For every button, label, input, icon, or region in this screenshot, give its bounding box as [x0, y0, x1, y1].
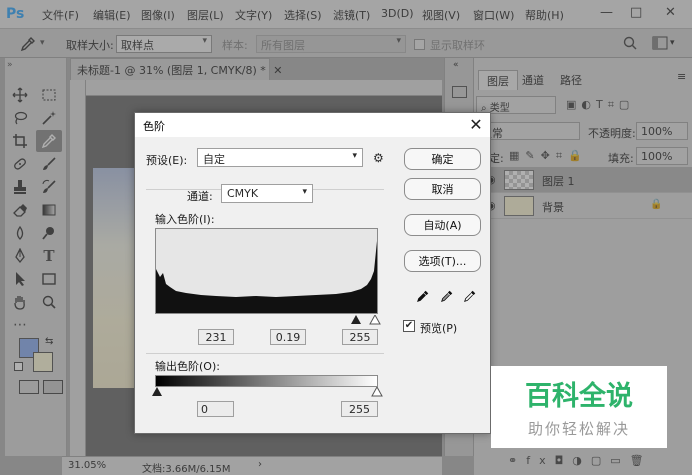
output-white-slider[interactable]	[371, 385, 383, 400]
checkmark-icon: ✔	[404, 320, 414, 331]
output-levels-label: 输出色阶(O):	[155, 360, 220, 373]
preset-options-gear-icon[interactable]: ⚙	[373, 151, 384, 165]
watermark: 百科全说 助你轻松解决	[491, 366, 667, 448]
preview-label: 预览(P)	[420, 322, 458, 335]
channel-value: CMYK	[227, 187, 259, 200]
input-gamma-field[interactable]: 0.19	[270, 329, 306, 345]
output-white-field[interactable]: 255	[341, 401, 378, 417]
histogram-graph	[156, 241, 377, 313]
input-black-field[interactable]: 231	[198, 329, 234, 345]
watermark-subtitle: 助你轻松解决	[527, 420, 630, 438]
white-point-eyedropper-icon[interactable]	[463, 289, 477, 306]
input-white-slider[interactable]	[369, 313, 381, 328]
output-black-slider[interactable]	[151, 387, 163, 400]
histogram	[155, 228, 378, 314]
preview-checkbox[interactable]: ✔	[403, 320, 415, 332]
options-button[interactable]: 选项(T)...	[404, 250, 481, 272]
output-gradient-ramp	[155, 375, 378, 387]
dialog-title: 色阶	[143, 120, 165, 133]
input-levels-label: 输入色阶(I):	[155, 213, 215, 226]
auto-button[interactable]: 自动(A)	[404, 214, 481, 236]
dialog-titlebar[interactable]: 色阶 ✕	[135, 113, 490, 137]
divider	[146, 353, 384, 354]
input-black-slider[interactable]	[350, 315, 362, 328]
black-point-eyedropper-icon[interactable]	[416, 289, 430, 306]
chevron-down-icon: ▾	[302, 187, 307, 197]
channel-label: 通道:	[187, 190, 213, 203]
levels-dialog: 色阶 ✕ 预设(E): 自定 ▾ ⚙ 通道: CMYK ▾ 输入色阶(I): 2…	[134, 112, 491, 434]
cancel-button[interactable]: 取消	[404, 178, 481, 200]
preset-label: 预设(E):	[146, 154, 188, 167]
preset-value: 自定	[203, 153, 225, 166]
gray-point-eyedropper-icon[interactable]	[440, 289, 454, 306]
input-white-field[interactable]: 255	[342, 329, 378, 345]
channel-select[interactable]: CMYK ▾	[221, 184, 313, 203]
dialog-close-button[interactable]: ✕	[465, 114, 487, 136]
watermark-title: 百科全说	[525, 381, 633, 412]
preset-select[interactable]: 自定 ▾	[197, 148, 363, 167]
ok-button[interactable]: 确定	[404, 148, 481, 170]
chevron-down-icon: ▾	[352, 151, 357, 161]
output-black-field[interactable]: 0	[197, 401, 234, 417]
